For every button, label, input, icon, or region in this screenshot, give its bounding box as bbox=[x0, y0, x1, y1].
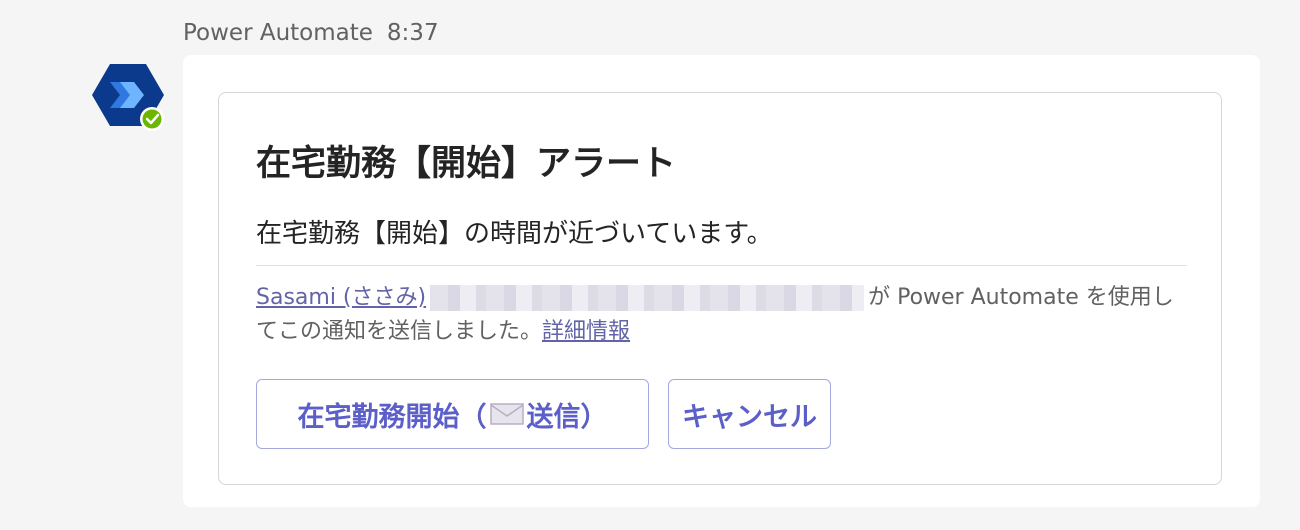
card-body-text: 在宅勤務【開始】の時間が近づいています。 bbox=[256, 219, 773, 249]
start-button-label: 在宅勤務開始（ bbox=[297, 401, 487, 433]
details-link[interactable]: 詳細情報 bbox=[542, 319, 630, 344]
start-button-label-suffix: 送信） bbox=[526, 401, 608, 433]
mail-envelope-icon bbox=[489, 403, 524, 425]
attribution-text-line2: てこの通知を送信しました。 bbox=[256, 319, 543, 344]
cancel-button[interactable]: キャンセル bbox=[668, 379, 831, 449]
message-timestamp: 8:37 bbox=[386, 20, 439, 46]
sender-name: Power Automate bbox=[183, 20, 373, 46]
message-header: Power Automate 8:37 bbox=[183, 20, 439, 46]
power-automate-logo-icon bbox=[92, 64, 164, 131]
message-bubble: 在宅勤務【開始】アラート 在宅勤務【開始】の時間が近づいています。 Sasami… bbox=[183, 55, 1260, 507]
flow-attribution: Sasami (ささみ) が Power Automate を使用し てこの通知を… bbox=[256, 281, 1196, 349]
chat-pane: Power Automate 8:37 在宅勤務【開始】アラート 在宅勤務【開始】… bbox=[0, 0, 1300, 530]
card-title: 在宅勤務【開始】アラート bbox=[256, 144, 677, 184]
attribution-text: が Power Automate を使用し bbox=[868, 285, 1174, 310]
card-divider bbox=[256, 265, 1187, 266]
avatar[interactable] bbox=[92, 62, 166, 132]
redacted-text bbox=[430, 285, 865, 311]
available-check-icon bbox=[142, 109, 162, 129]
user-link[interactable]: Sasami (ささみ) bbox=[256, 285, 426, 310]
adaptive-card: 在宅勤務【開始】アラート 在宅勤務【開始】の時間が近づいています。 Sasami… bbox=[218, 92, 1222, 485]
start-remote-work-button[interactable]: 在宅勤務開始（ 送信） bbox=[256, 379, 649, 449]
